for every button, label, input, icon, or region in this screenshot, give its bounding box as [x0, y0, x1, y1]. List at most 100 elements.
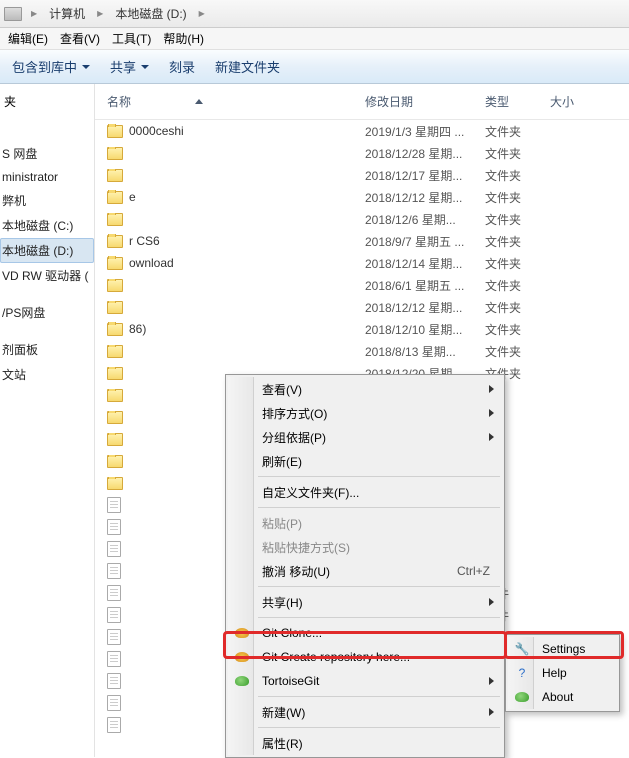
toolbar-newfolder[interactable]: 新建文件夹 [215, 57, 280, 76]
ctx-customize[interactable]: 自定义文件夹(F)... [228, 480, 502, 504]
ctx-view[interactable]: 查看(V) [228, 377, 502, 401]
file-type: 文件夹 [485, 189, 545, 206]
sidebar-item[interactable]: 弊机 [0, 188, 94, 213]
folder-icon [107, 125, 123, 138]
file-date: 2018/6/1 星期五 ... [365, 277, 485, 294]
folder-icon [107, 169, 123, 182]
col-date[interactable]: 修改日期 [365, 93, 485, 110]
file-date: 2018/12/12 星期... [365, 299, 485, 316]
breadcrumb-bar: ▶ 计算机 ▶ 本地磁盘 (D:) ▶ [0, 0, 629, 28]
file-row[interactable]: ownload 2018/12/14 星期...文件夹 [95, 252, 629, 274]
file-type: 文件夹 [485, 123, 545, 140]
file-icon [107, 673, 121, 689]
sidebar-item[interactable]: ministrator [0, 166, 94, 188]
file-row[interactable]: 2018/12/12 星期...文件夹 [95, 296, 629, 318]
ctx-group[interactable]: 分组依据(P) [228, 425, 502, 449]
arrow-right-icon [489, 433, 494, 441]
file-date: 2018/12/14 星期... [365, 255, 485, 272]
col-type[interactable]: 类型 [485, 93, 545, 110]
file-row[interactable]: 86)2018/12/10 星期...文件夹 [95, 318, 629, 340]
ctx-tortoisegit[interactable]: TortoiseGit [228, 669, 502, 693]
file-icon [107, 541, 121, 557]
file-type: 文件夹 [485, 255, 545, 272]
file-name: r CS6 [129, 234, 160, 248]
sidebar-item[interactable]: 文站 [0, 362, 94, 387]
file-type: 文件夹 [485, 321, 545, 338]
ctx-refresh[interactable]: 刷新(E) [228, 449, 502, 473]
menu-view[interactable]: 查看(V) [54, 28, 106, 49]
file-date: 2018/9/7 星期五 ... [365, 233, 485, 250]
file-type: 文件夹 [485, 167, 545, 184]
toolbar-include[interactable]: 包含到库中 [12, 57, 90, 76]
file-icon [107, 651, 121, 667]
menu-tools[interactable]: 工具(T) [106, 28, 157, 49]
toolbar-share[interactable]: 共享 [110, 57, 149, 76]
file-name: 0000ceshi [129, 124, 184, 138]
caret-down-icon [141, 65, 149, 69]
ctx-share[interactable]: 共享(H) [228, 590, 502, 614]
file-row[interactable]: 2018/12/28 星期...文件夹 [95, 142, 629, 164]
folder-icon [107, 147, 123, 160]
folder-icon [107, 235, 123, 248]
sidebar-item[interactable]: 本地磁盘 (C:) [0, 213, 94, 238]
ctx-new[interactable]: 新建(W) [228, 700, 502, 724]
folder-icon [107, 433, 123, 446]
submenu-help[interactable]: ?Help [508, 661, 617, 685]
file-row[interactable]: e2018/12/12 星期...文件夹 [95, 186, 629, 208]
file-icon [107, 563, 121, 579]
file-type: 文件夹 [485, 211, 545, 228]
sidebar-item[interactable]: 本地磁盘 (D:) [0, 238, 94, 263]
file-name: e [129, 190, 136, 204]
ctx-undo-shortcut: Ctrl+Z [457, 564, 490, 578]
file-icon [107, 607, 121, 623]
file-icon [107, 717, 121, 733]
ctx-git-create[interactable]: Git Create repository here... [228, 645, 502, 669]
breadcrumb-drive[interactable]: 本地磁盘 (D:) [112, 3, 189, 24]
chevron-right-icon: ▶ [92, 9, 108, 18]
file-icon [107, 519, 121, 535]
tortoisegit-submenu: 🔧Settings ?Help About [505, 634, 620, 712]
chevron-right-icon: ▶ [194, 9, 210, 18]
file-icon [107, 629, 121, 645]
sidebar: 夹 S 网盘ministrator弊机本地磁盘 (C:)本地磁盘 (D:)VD … [0, 84, 95, 757]
sidebar-item[interactable]: S 网盘 [0, 141, 94, 166]
ctx-undo[interactable]: 撤消 移动(U)Ctrl+Z [228, 559, 502, 583]
submenu-about[interactable]: About [508, 685, 617, 709]
menu-edit[interactable]: 编辑(E) [2, 28, 54, 49]
sidebar-item[interactable]: 剂面板 [0, 337, 94, 362]
folder-icon [107, 367, 123, 380]
toolbar-burn[interactable]: 刻录 [169, 57, 195, 76]
col-name[interactable]: 名称 [95, 93, 365, 110]
sidebar-item[interactable]: VD RW 驱动器 ( [0, 263, 94, 288]
sidebar-item[interactable]: /PS网盘 [0, 300, 94, 325]
ctx-git-clone[interactable]: Git Clone... [228, 621, 502, 645]
toolbar: 包含到库中 共享 刻录 新建文件夹 [0, 50, 629, 84]
submenu-settings[interactable]: 🔧Settings [508, 637, 617, 661]
breadcrumb-computer[interactable]: 计算机 [46, 3, 88, 24]
file-row[interactable]: 2018/12/17 星期...文件夹 [95, 164, 629, 186]
folder-icon [107, 345, 123, 358]
arrow-right-icon [489, 385, 494, 393]
file-row[interactable]: 2018/8/13 星期...文件夹 [95, 340, 629, 362]
folder-icon [107, 411, 123, 424]
ctx-sort[interactable]: 排序方式(O) [228, 401, 502, 425]
col-size[interactable]: 大小 [545, 93, 629, 110]
file-type: 文件夹 [485, 233, 545, 250]
tortoise-icon [234, 673, 250, 689]
column-headers: 名称 修改日期 类型 大小 [95, 84, 629, 120]
ctx-properties[interactable]: 属性(R) [228, 731, 502, 755]
file-type: 文件夹 [485, 145, 545, 162]
git-icon [234, 625, 250, 641]
file-name: ownload [129, 256, 174, 270]
arrow-right-icon [489, 677, 494, 685]
file-row[interactable]: 2018/6/1 星期五 ...文件夹 [95, 274, 629, 296]
menu-help[interactable]: 帮助(H) [157, 28, 210, 49]
tortoise-icon [514, 689, 530, 705]
folder-icon [107, 389, 123, 402]
file-row[interactable]: 2018/12/6 星期...文件夹 [95, 208, 629, 230]
file-icon [107, 497, 121, 513]
file-name: 86) [129, 322, 146, 336]
file-row[interactable]: 0000ceshi2019/1/3 星期四 ...文件夹 [95, 120, 629, 142]
file-row[interactable]: r CS6 2018/9/7 星期五 ...文件夹 [95, 230, 629, 252]
file-date: 2018/12/6 星期... [365, 211, 485, 228]
